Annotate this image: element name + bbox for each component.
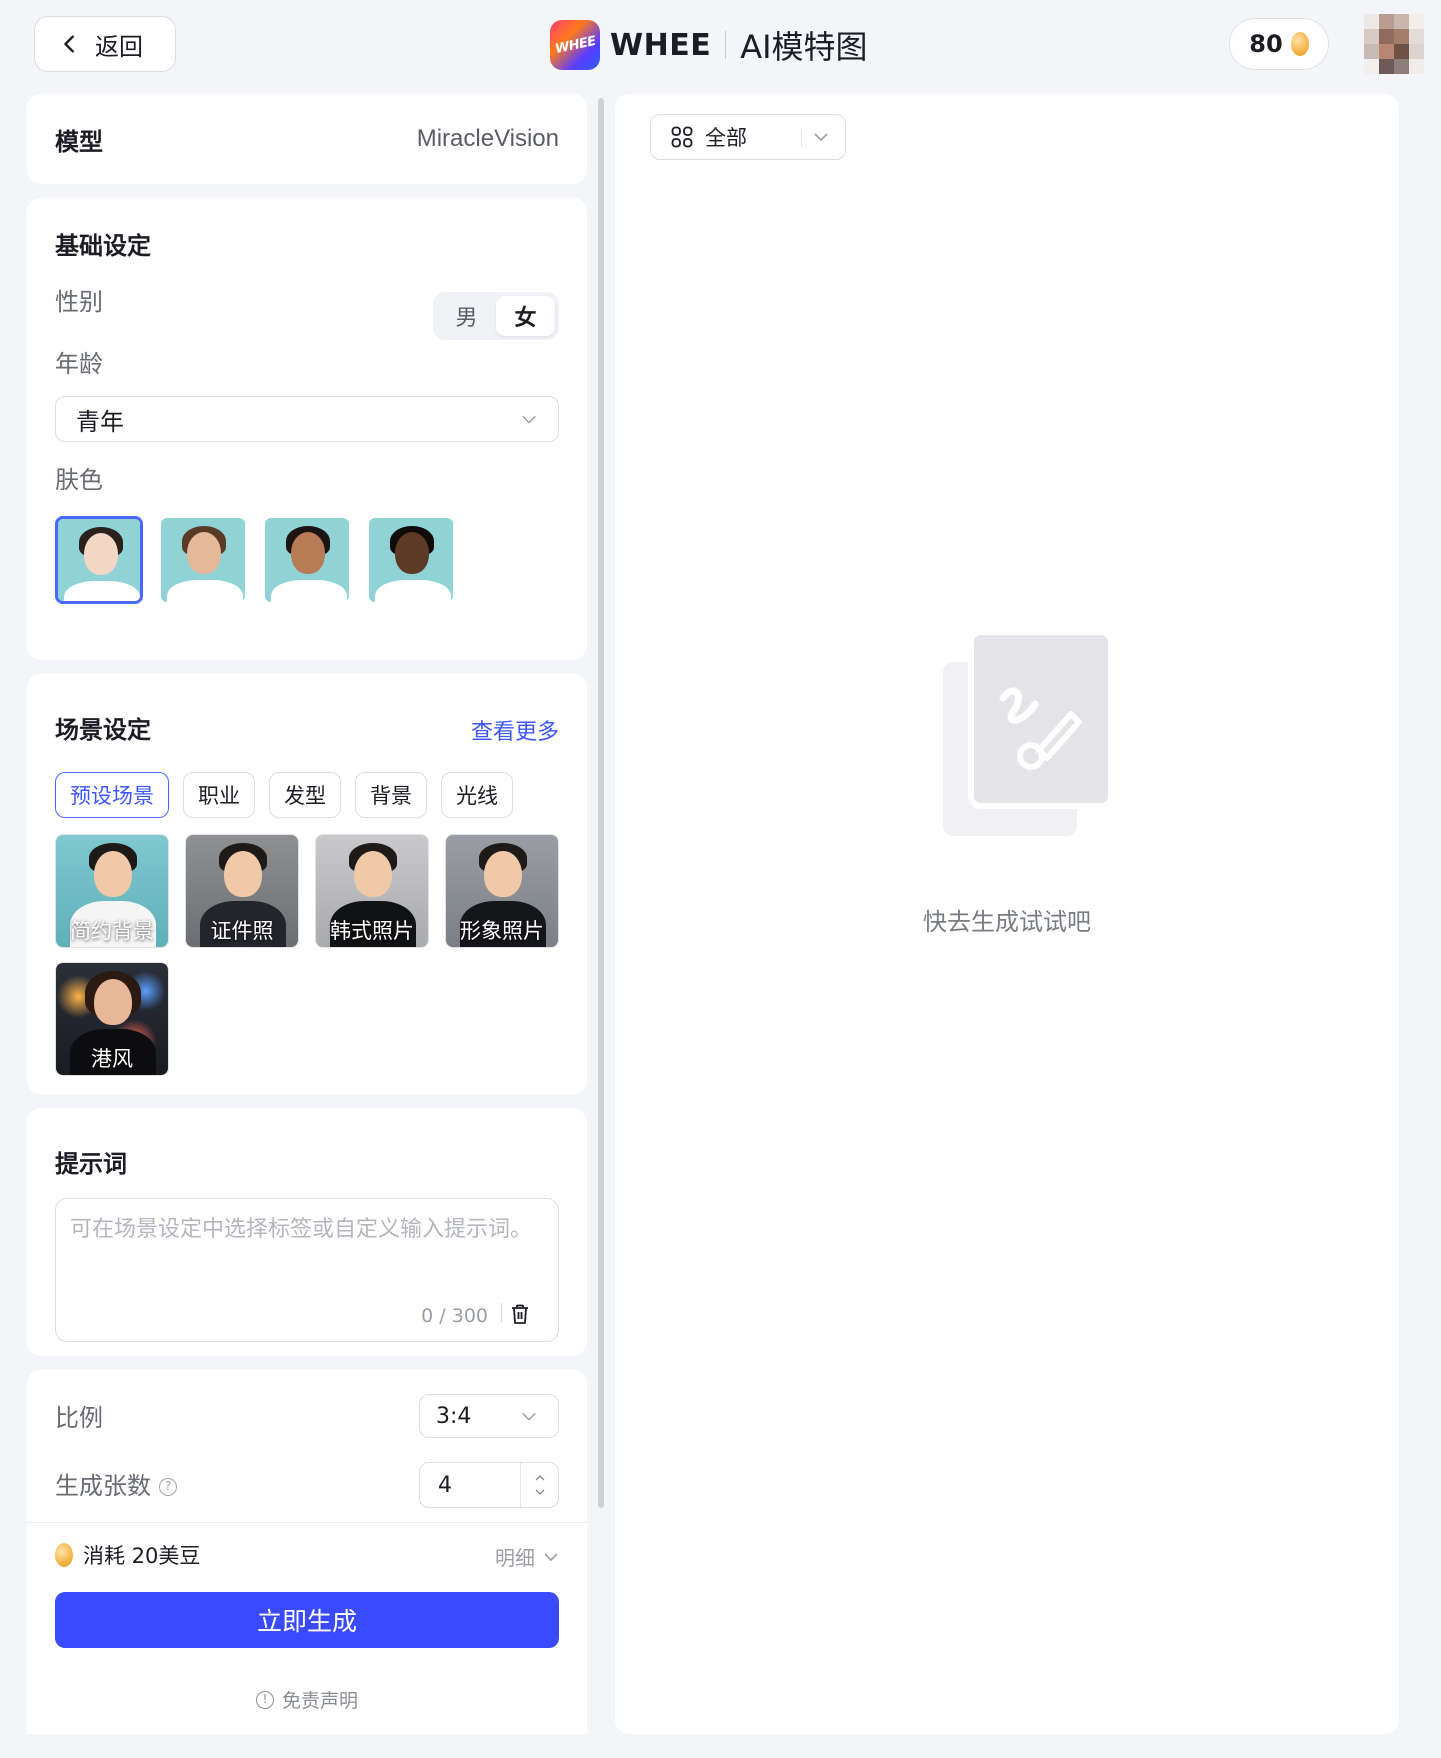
- avatar[interactable]: [1364, 14, 1424, 74]
- model-label: 模型: [55, 127, 103, 156]
- page-title: AI模特图: [740, 28, 868, 66]
- model-card[interactable]: 模型 MiracleVision: [27, 94, 587, 184]
- age-select[interactable]: 青年: [55, 396, 559, 442]
- ratio-select[interactable]: 3:4: [419, 1394, 559, 1438]
- scene-preset-caption: 韩式照片: [330, 919, 414, 943]
- scene-tabs: 预设场景 职业 发型 背景 光线: [55, 772, 513, 818]
- brand-name: WHEE: [610, 27, 712, 63]
- whee-logo-icon: WHEE: [550, 20, 600, 70]
- prompt-textarea[interactable]: [70, 1213, 544, 1299]
- back-label: 返回: [95, 32, 143, 61]
- info-icon: !: [255, 1690, 274, 1709]
- stepper-arrows: [520, 1463, 558, 1507]
- credits-badge[interactable]: 80: [1229, 18, 1329, 70]
- scene-settings-card: 场景设定 查看更多 预设场景 职业 发型 背景 光线 简约背景 证件照 韩式照片…: [27, 674, 587, 1094]
- view-more-link[interactable]: 查看更多: [471, 714, 559, 746]
- results-panel: 全部 快去生成试试吧: [615, 94, 1399, 1734]
- back-button[interactable]: 返回: [34, 16, 176, 72]
- credits-count: 80: [1249, 30, 1283, 58]
- tab-background[interactable]: 背景: [355, 772, 427, 818]
- detail-label: 明细: [495, 1546, 535, 1570]
- scene-preset-grid: 简约背景 证件照 韩式照片 形象照片 港风: [55, 834, 561, 1076]
- chevron-left-icon: [64, 35, 74, 53]
- disclaimer-label: 免责声明: [281, 1690, 358, 1712]
- counter-divider: [501, 1303, 502, 1323]
- scene-preset-simple-background[interactable]: 简约背景: [55, 834, 169, 948]
- tab-preset-scene[interactable]: 预设场景: [55, 772, 169, 818]
- cost-info: 消耗 20美豆: [55, 1540, 200, 1570]
- gender-toggle: 男 女: [433, 292, 559, 340]
- skin-option-dark[interactable]: [367, 516, 455, 604]
- scene-preset-hk-style[interactable]: 港风: [55, 962, 169, 1076]
- divider: [27, 1522, 587, 1523]
- model-value: MiracleVision: [416, 125, 559, 152]
- scene-preset-image-photo[interactable]: 形象照片: [445, 834, 559, 948]
- help-icon[interactable]: ?: [159, 1478, 177, 1496]
- skin-option-light[interactable]: [159, 516, 247, 604]
- filter-divider: [801, 129, 802, 147]
- prompt-title: 提示词: [55, 1150, 127, 1178]
- gender-option-female[interactable]: 女: [496, 296, 555, 336]
- prompt-card: 提示词 0 / 300: [27, 1108, 587, 1356]
- cost-label: 消耗 20美豆: [83, 1544, 201, 1568]
- chevron-up-icon[interactable]: [534, 1472, 546, 1484]
- detail-toggle[interactable]: 明细: [495, 1542, 559, 1571]
- bean-icon: [1290, 32, 1309, 56]
- empty-state-illustration-icon: [943, 632, 1111, 836]
- chevron-down-icon: [522, 1412, 536, 1421]
- brand[interactable]: WHEE WHEE AI模特图: [550, 20, 868, 70]
- scene-settings-title: 场景设定: [55, 716, 151, 744]
- generate-button[interactable]: 立即生成: [55, 1592, 559, 1648]
- chevron-down-icon: [522, 415, 536, 424]
- scene-preset-caption: 港风: [91, 1047, 133, 1071]
- ratio-select-value: 3:4: [436, 1403, 472, 1429]
- scene-preset-id-photo[interactable]: 证件照: [185, 834, 299, 948]
- tab-hairstyle[interactable]: 发型: [269, 772, 341, 818]
- empty-state-text: 快去生成试试吧: [923, 908, 1091, 936]
- count-label: 生成张数: [55, 1472, 151, 1500]
- count-label-row: 生成张数?: [55, 1466, 177, 1501]
- scene-preset-caption: 简约背景: [70, 919, 154, 943]
- prompt-char-counter: 0 / 300: [421, 1305, 488, 1327]
- tab-occupation[interactable]: 职业: [183, 772, 255, 818]
- skin-option-medium[interactable]: [263, 516, 351, 604]
- age-select-value: 青年: [76, 407, 124, 436]
- skin-option-fair[interactable]: [55, 516, 143, 604]
- basic-settings-card: 基础设定 性别 男 女 年龄 青年 肤色: [27, 198, 587, 660]
- skin-label: 肤色: [55, 466, 103, 494]
- prompt-box: 0 / 300: [55, 1198, 559, 1342]
- trash-icon[interactable]: [510, 1303, 530, 1325]
- skin-tone-options: [55, 516, 455, 604]
- scene-preset-caption: 形象照片: [460, 919, 544, 943]
- chevron-down-icon[interactable]: [534, 1486, 546, 1498]
- age-label: 年龄: [55, 350, 103, 378]
- gender-option-male[interactable]: 男: [437, 296, 496, 336]
- filter-value: 全部: [705, 126, 747, 150]
- ratio-label: 比例: [55, 1404, 103, 1432]
- scene-preset-caption: 证件照: [210, 919, 274, 943]
- basic-settings-title: 基础设定: [55, 232, 151, 260]
- scene-preset-korean-photo[interactable]: 韩式照片: [315, 834, 429, 948]
- chevron-down-icon: [814, 133, 828, 142]
- chevron-down-icon: [544, 1552, 558, 1561]
- generate-settings-card: 比例 3:4 生成张数? 4 消耗 20美豆 明细 立即生成 ! 免责声明: [27, 1370, 587, 1734]
- panel-scrollbar[interactable]: [598, 98, 604, 1508]
- tab-lighting[interactable]: 光线: [441, 772, 513, 818]
- gender-label: 性别: [55, 288, 103, 316]
- bean-icon: [55, 1543, 73, 1567]
- count-value: 4: [438, 1472, 452, 1498]
- filter-dropdown[interactable]: 全部: [650, 114, 846, 160]
- disclaimer-link[interactable]: ! 免责声明: [27, 1686, 587, 1713]
- grid-icon: [671, 126, 693, 148]
- brand-divider: [725, 31, 727, 59]
- count-stepper[interactable]: 4: [419, 1462, 559, 1508]
- top-header: 返回 WHEE WHEE AI模特图 80: [0, 0, 1441, 92]
- settings-panel: 模型 MiracleVision 基础设定 性别 男 女 年龄 青年 肤色 场景…: [27, 94, 587, 1734]
